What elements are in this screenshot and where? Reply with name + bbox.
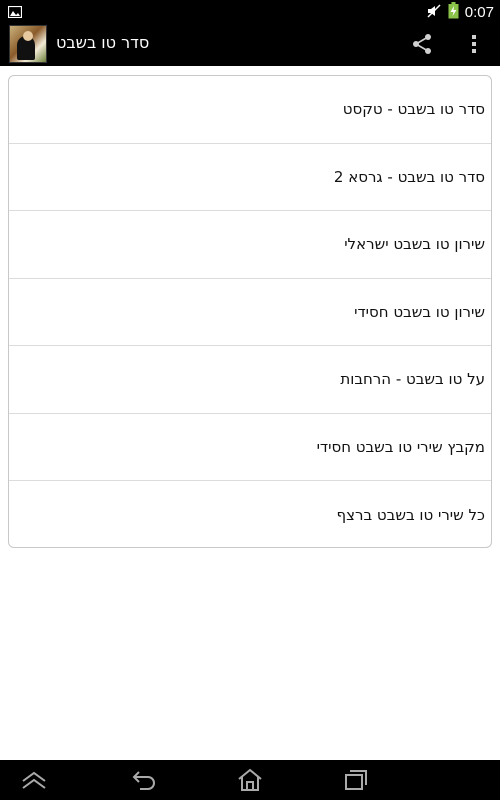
list-item-label: סדר טו בשבט - גרסא 2 bbox=[333, 167, 485, 186]
status-bar: 0:07 bbox=[0, 0, 500, 22]
scroll-up-icon[interactable] bbox=[20, 767, 48, 793]
menu-list: סדר טו בשבט - טקסט סדר טו בשבט - גרסא 2 … bbox=[8, 75, 492, 548]
list-item-label: על טו בשבט - הרחבות bbox=[340, 370, 485, 389]
back-icon[interactable] bbox=[130, 767, 158, 793]
list-item-label: שירון טו בשבט ישראלי bbox=[344, 235, 485, 254]
list-item-label: שירון טו בשבט חסידי bbox=[354, 302, 485, 321]
clock: 0:07 bbox=[464, 4, 494, 21]
list-item-label: כל שירי טו בשבט ברצף bbox=[336, 505, 485, 524]
picture-notification-icon bbox=[7, 3, 23, 22]
navigation-bar bbox=[0, 760, 500, 800]
app-title: סדר טו בשבט bbox=[56, 33, 150, 52]
list-item[interactable]: שירון טו בשבט חסידי bbox=[9, 279, 491, 346]
overflow-menu-icon[interactable] bbox=[462, 32, 486, 56]
list-item[interactable]: על טו בשבט - הרחבות bbox=[9, 346, 491, 414]
home-icon[interactable] bbox=[236, 767, 264, 793]
mute-icon bbox=[426, 3, 442, 23]
list-item[interactable]: סדר טו בשבט - טקסט bbox=[9, 76, 491, 144]
list-item[interactable]: מקבץ שירי טו בשבט חסידי bbox=[9, 414, 491, 481]
recent-apps-icon[interactable] bbox=[342, 767, 370, 793]
share-icon[interactable] bbox=[410, 32, 434, 56]
app-logo[interactable] bbox=[9, 25, 47, 63]
action-bar: סדר טו בשבט bbox=[0, 22, 500, 66]
list-item[interactable]: כל שירי טו בשבט ברצף bbox=[9, 481, 491, 547]
list-item-label: סדר טו בשבט - טקסט bbox=[342, 100, 485, 119]
list-item[interactable]: שירון טו בשבט ישראלי bbox=[9, 211, 491, 279]
battery-charging-icon bbox=[448, 2, 459, 23]
list-item-label: מקבץ שירי טו בשבט חסידי bbox=[316, 437, 485, 456]
list-item[interactable]: סדר טו בשבט - גרסא 2 bbox=[9, 144, 491, 211]
